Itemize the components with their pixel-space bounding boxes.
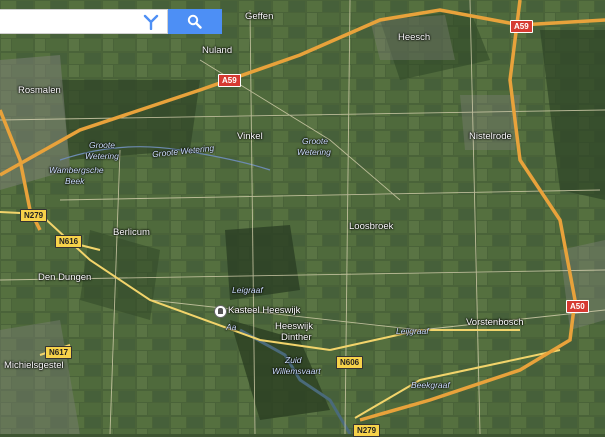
search-bar — [0, 9, 222, 34]
water-label-wetering-1: Wetering — [85, 151, 119, 161]
directions-icon[interactable] — [142, 14, 160, 30]
place-label-kasteel-heeswijk: Kasteel Heeswijk — [228, 305, 301, 316]
water-label-leigraaf: Leigraaf — [232, 285, 263, 295]
road-shield-a59-east: A59 — [510, 20, 533, 33]
place-label-berlicum: Berlicum — [113, 227, 150, 238]
place-label-loosbroek: Loosbroek — [349, 221, 394, 232]
road-shield-n279: N279 — [20, 209, 48, 222]
place-label-dinther: Dinther — [281, 332, 312, 343]
place-label-vorstenbosch: Vorstenbosch — [466, 317, 524, 328]
road-shield-n606: N606 — [336, 356, 364, 369]
place-label-rosmalen: Rosmalen — [18, 85, 61, 96]
road-shield-n617: N617 — [45, 346, 73, 359]
castle-poi-icon[interactable] — [214, 305, 227, 318]
water-label-wambergsche: Wambergsche — [49, 165, 104, 175]
search-box — [0, 9, 168, 34]
place-label-geffen: Geffen — [245, 11, 274, 22]
place-label-heeswijk: Heeswijk — [275, 321, 314, 332]
road-shield-n279-south: N279 — [353, 424, 381, 437]
water-label-leijgraaf: Leijgraaf — [396, 326, 429, 336]
place-label-michielsgestel: Michielsgestel — [4, 360, 64, 371]
place-label-nistelrode: Nistelrode — [469, 131, 512, 142]
water-label-beek: Beek — [65, 176, 85, 186]
search-input[interactable] — [0, 10, 140, 33]
road-shield-a50: A50 — [566, 300, 589, 313]
water-label-willemsvaart: Willemsvaart — [272, 366, 321, 376]
road-shield-n616: N616 — [55, 235, 83, 248]
place-label-vinkel: Vinkel — [237, 131, 263, 142]
water-label-wetering-2: Wetering — [297, 147, 331, 157]
water-label-groote-2: Groote — [302, 136, 328, 146]
water-label-beekgraaf: Beekgraaf — [411, 380, 450, 390]
road-shield-a59: A59 — [218, 74, 241, 87]
water-label-groote-1: Groote — [89, 140, 115, 150]
place-label-den-dungen: Den Dungen — [38, 272, 92, 283]
search-button[interactable] — [168, 9, 222, 34]
water-label-zuid: Zuid — [285, 355, 302, 365]
search-icon — [187, 14, 202, 29]
place-label-nuland: Nuland — [202, 45, 233, 56]
place-label-heesch: Heesch — [398, 32, 431, 43]
water-label-aa: Aa — [226, 322, 237, 332]
